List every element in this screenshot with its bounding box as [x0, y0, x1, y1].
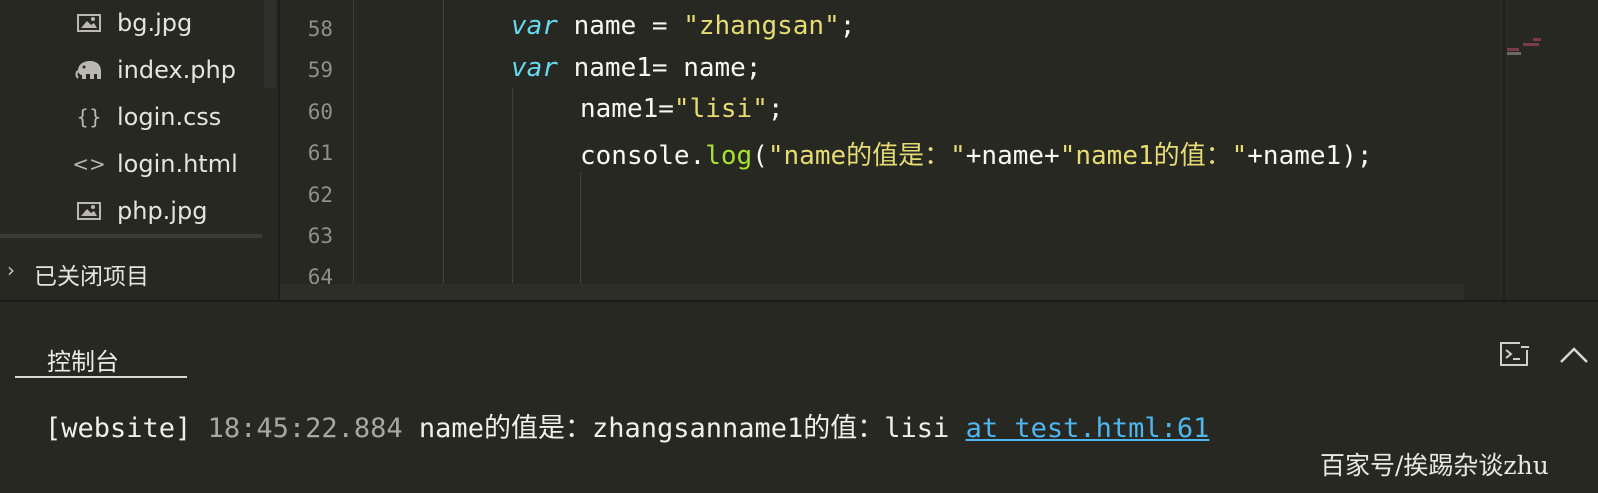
function-name: log [705, 141, 753, 171]
minimap-mark [1533, 38, 1541, 41]
indent-guide [512, 88, 513, 285]
string-literal: "zhangsan" [683, 11, 840, 41]
sidebar-divider [0, 234, 262, 238]
line-number: 60 [307, 100, 333, 124]
log-source-link[interactable]: at test.html:61 [966, 413, 1210, 444]
code-text: ( [752, 141, 768, 171]
minimap-mark [1507, 48, 1519, 51]
line-number: 59 [307, 58, 333, 82]
code-text: ; [767, 94, 784, 124]
php-elephant-icon [75, 56, 103, 84]
tab-console[interactable]: 控制台 [15, 336, 187, 378]
code-line-60: name1="lisi"; [580, 94, 784, 124]
open-in-panel-icon[interactable] [1500, 342, 1530, 368]
minimap-mark [1523, 43, 1539, 46]
code-line-59: var name1= name; [511, 53, 761, 83]
code-text: name = [557, 11, 684, 41]
file-item-login-html[interactable]: <> login.html [0, 141, 262, 187]
image-icon [75, 9, 103, 37]
code-text: name1= [580, 94, 674, 124]
chevron-right-icon: › [7, 258, 15, 282]
line-number: 58 [307, 17, 333, 41]
line-number: 63 [307, 224, 333, 248]
keyword: var [511, 11, 558, 41]
code-text: name1= name; [557, 53, 762, 83]
code-text: ; [839, 11, 856, 41]
code-text: +name+ [965, 141, 1060, 171]
string-literal: "lisi" [673, 94, 768, 124]
minimap[interactable] [1503, 0, 1598, 300]
console-tab-label: 控制台 [47, 348, 119, 376]
closed-projects-label: 已关闭项目 [34, 264, 149, 290]
string-literal: "name1的值：" [1059, 141, 1248, 171]
file-label: bg.jpg [117, 9, 193, 37]
angle-brackets-icon: <> [72, 152, 106, 176]
braces-icon: {} [76, 105, 102, 129]
file-item-login-css[interactable]: {} login.css [0, 94, 262, 140]
file-label: php.jpg [117, 197, 208, 225]
minimap-mark [1507, 52, 1521, 55]
code-text: +name1); [1247, 141, 1373, 171]
closed-projects-section[interactable]: › 已关闭项目 [0, 252, 276, 290]
file-label: login.css [117, 103, 222, 131]
string-literal: "name的值是：" [767, 141, 966, 171]
project-sidebar: bg.jpg index.php {} login.css <> login.h… [0, 0, 280, 300]
console-log-entry: [website] 18:45:22.884 name的值是：zhangsann… [45, 406, 1209, 445]
gutter-separator [353, 0, 354, 285]
watermark: 百家号/挨踢杂谈zhu [1320, 451, 1549, 480]
code-line-58: var name = "zhangsan"; [511, 11, 855, 41]
code-editor[interactable]: 58 59 60 61 62 63 64 var name = "zhangsa… [280, 0, 1502, 300]
log-message: name的值是：zhangsanname1的值：lisi [418, 413, 950, 444]
line-number: 62 [307, 183, 333, 207]
code-line-61: console.log("name的值是："+name+"name1的值："+n… [580, 135, 1373, 172]
file-item-php-jpg[interactable]: php.jpg [0, 188, 262, 234]
keyword: var [511, 53, 558, 83]
image-icon [75, 197, 103, 225]
code-text: console. [580, 141, 706, 171]
indent-guide [443, 0, 444, 285]
horizontal-scrollbar[interactable] [280, 284, 1464, 300]
file-label: index.php [117, 56, 236, 84]
console-panel: 控制台 [website] 18:45:22.884 name的值是：zhang… [0, 300, 1598, 493]
log-timestamp: 18:45:22.884 [207, 413, 403, 444]
indent-guide [580, 172, 581, 285]
sidebar-scrollbar[interactable] [264, 0, 276, 88]
file-label: login.html [117, 150, 238, 178]
file-item-index-php[interactable]: index.php [0, 47, 262, 93]
log-source: [website] [45, 413, 192, 444]
chevron-up-icon[interactable] [1559, 344, 1589, 366]
line-number: 61 [307, 141, 333, 165]
file-item-bg-jpg[interactable]: bg.jpg [0, 0, 262, 46]
